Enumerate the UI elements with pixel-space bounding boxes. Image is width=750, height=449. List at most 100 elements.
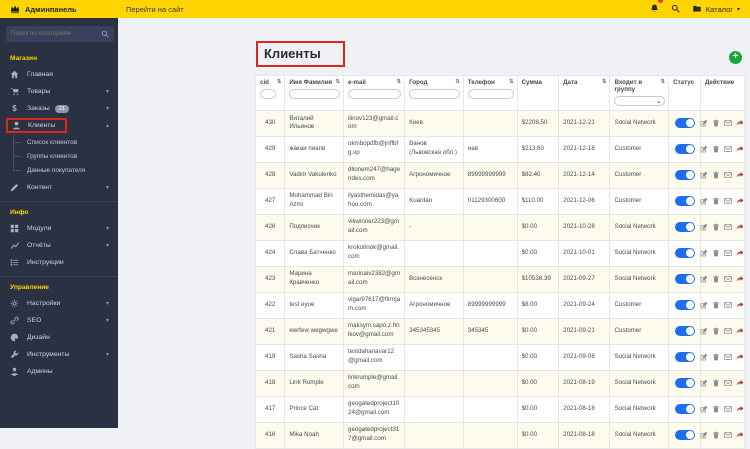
share-button[interactable] (736, 431, 744, 439)
catalog-button[interactable]: Каталог ▾ (692, 4, 740, 15)
edit-button[interactable] (700, 223, 708, 231)
filter-input-phone[interactable] (468, 89, 514, 99)
sidebar-item-settings[interactable]: Настройки▾ (0, 295, 118, 312)
sort-icon[interactable]: ⇅ (335, 79, 340, 85)
delete-button[interactable] (712, 249, 720, 257)
status-toggle[interactable] (675, 300, 695, 310)
delete-button[interactable] (712, 353, 720, 361)
delete-button[interactable] (712, 223, 720, 231)
share-button[interactable] (736, 379, 744, 387)
search-button[interactable] (671, 0, 680, 18)
edit-button[interactable] (700, 327, 708, 335)
mail-button[interactable] (724, 301, 732, 309)
delete-button[interactable] (712, 405, 720, 413)
mail-button[interactable] (724, 431, 732, 439)
filter-input-email[interactable] (348, 89, 401, 99)
share-button[interactable] (736, 197, 744, 205)
edit-button[interactable] (700, 301, 708, 309)
sidebar-item-instructions[interactable]: Инструкции (0, 254, 118, 271)
category-search-input[interactable] (11, 30, 98, 37)
status-toggle[interactable] (675, 118, 695, 128)
mail-button[interactable] (724, 379, 732, 387)
sidebar-item-admins[interactable]: Админы (0, 363, 118, 380)
delete-button[interactable] (712, 275, 720, 283)
edit-button[interactable] (700, 249, 708, 257)
status-toggle[interactable] (675, 248, 695, 258)
delete-button[interactable] (712, 145, 720, 153)
sidebar-item-orders[interactable]: $Заказы21▾ (0, 100, 118, 117)
status-toggle[interactable] (675, 404, 695, 414)
sidebar-item-modules[interactable]: Модули▾ (0, 220, 118, 237)
mail-button[interactable] (724, 145, 732, 153)
mail-button[interactable] (724, 327, 732, 335)
sidebar-item-products[interactable]: Товары▾ (0, 83, 118, 100)
mail-button[interactable] (724, 119, 732, 127)
edit-button[interactable] (700, 379, 708, 387)
edit-button[interactable] (700, 145, 708, 153)
sidebar-item-tools[interactable]: Инструменты▾ (0, 346, 118, 363)
delete-button[interactable] (712, 379, 720, 387)
status-toggle[interactable] (675, 274, 695, 284)
mail-button[interactable] (724, 223, 732, 231)
delete-button[interactable] (712, 327, 720, 335)
mail-button[interactable] (724, 353, 732, 361)
status-toggle[interactable] (675, 196, 695, 206)
status-toggle[interactable] (675, 144, 695, 154)
sidebar-item-seo[interactable]: SEO▾ (0, 312, 118, 329)
category-search[interactable] (6, 26, 114, 42)
notifications-button[interactable] (650, 0, 659, 18)
edit-button[interactable] (700, 171, 708, 179)
sidebar-item-customer-data[interactable]: Данные покупателя (0, 163, 118, 177)
sidebar-item-reports[interactable]: Отчёты▾ (0, 237, 118, 254)
sort-icon[interactable]: ⇅ (509, 79, 514, 85)
share-button[interactable] (736, 119, 744, 127)
filter-input-name[interactable] (289, 89, 340, 99)
status-toggle[interactable] (675, 352, 695, 362)
edit-button[interactable] (700, 353, 708, 361)
sidebar-item-clients-list[interactable]: Список клиентов (0, 135, 118, 149)
delete-button[interactable] (712, 301, 720, 309)
mail-button[interactable] (724, 275, 732, 283)
share-button[interactable] (736, 275, 744, 283)
share-button[interactable] (736, 301, 744, 309)
share-button[interactable] (736, 223, 744, 231)
sort-icon[interactable]: ⇅ (397, 79, 402, 85)
edit-button[interactable] (700, 431, 708, 439)
filter-input-cid[interactable] (260, 89, 276, 99)
edit-button[interactable] (700, 119, 708, 127)
sort-icon[interactable]: ⇅ (277, 79, 282, 85)
edit-button[interactable] (700, 405, 708, 413)
sidebar-item-client-groups[interactable]: Группы клиентов (0, 149, 118, 163)
share-button[interactable] (736, 171, 744, 179)
share-button[interactable] (736, 145, 744, 153)
edit-button[interactable] (700, 197, 708, 205)
delete-button[interactable] (712, 431, 720, 439)
delete-button[interactable] (712, 171, 720, 179)
sidebar-item-content[interactable]: Контент▾ (0, 179, 118, 196)
status-toggle[interactable] (675, 170, 695, 180)
share-button[interactable] (736, 327, 744, 335)
mail-button[interactable] (724, 405, 732, 413)
sidebar-item-home[interactable]: Главная (0, 66, 118, 83)
sort-icon[interactable]: ⇅ (455, 79, 460, 85)
share-button[interactable] (736, 353, 744, 361)
share-button[interactable] (736, 405, 744, 413)
edit-button[interactable] (700, 275, 708, 283)
status-toggle[interactable] (675, 378, 695, 388)
mail-button[interactable] (724, 249, 732, 257)
sort-icon[interactable]: ⇅ (661, 79, 666, 85)
sidebar-item-design[interactable]: Дизайн (0, 329, 118, 346)
goto-site-link[interactable]: Перейти на сайт (126, 5, 184, 14)
mail-button[interactable] (724, 197, 732, 205)
status-toggle[interactable] (675, 430, 695, 440)
status-toggle[interactable] (675, 326, 695, 336)
add-client-button[interactable]: + (729, 51, 742, 64)
delete-button[interactable] (712, 197, 720, 205)
sidebar-item-clients[interactable]: Клиенты▴ (0, 117, 118, 134)
filter-select-group[interactable]: ⌄ (614, 96, 665, 106)
mail-button[interactable] (724, 171, 732, 179)
delete-button[interactable] (712, 119, 720, 127)
sort-icon[interactable]: ⇅ (602, 79, 607, 85)
status-toggle[interactable] (675, 222, 695, 232)
filter-input-city[interactable] (409, 89, 460, 99)
